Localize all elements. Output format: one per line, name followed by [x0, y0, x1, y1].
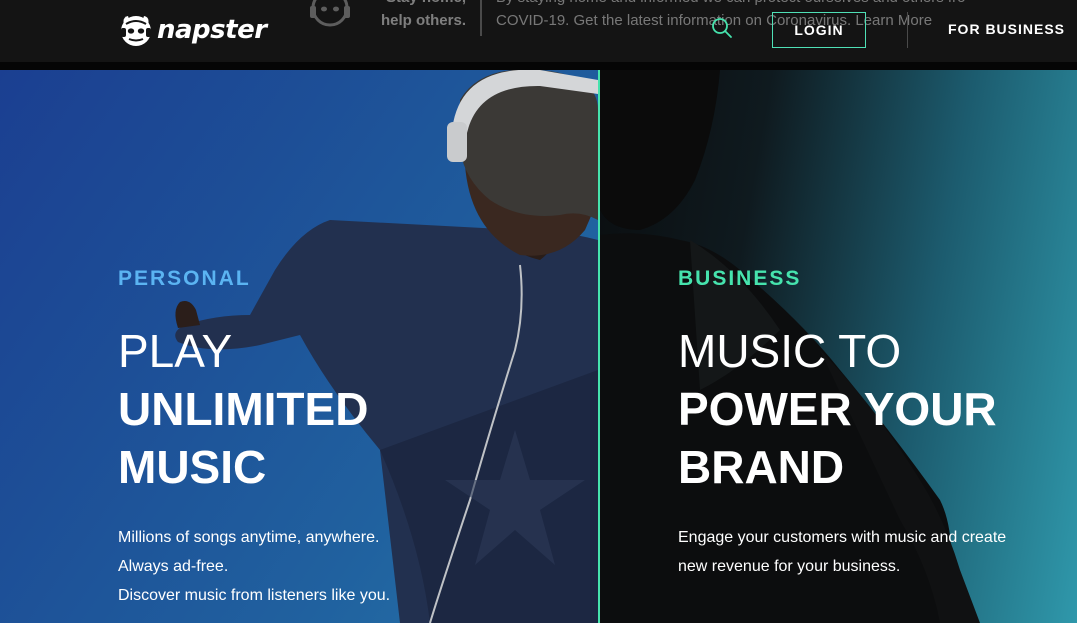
personal-panel[interactable]: PERSONAL PLAY UNLIMITED MUSIC Millions o… — [0, 70, 598, 623]
business-headline-line-3: BRAND — [678, 441, 845, 493]
business-desc-line-1: Engage your customers with music and cre… — [678, 529, 1007, 546]
covid-divider — [480, 0, 482, 36]
covid-message-line-1: By staying home and informed we can prot… — [496, 0, 966, 9]
covid-banner: Stay home, help others. By staying home … — [308, 0, 966, 36]
business-panel[interactable]: BUSINESS MUSIC TO POWER YOUR BRAND Engag… — [600, 70, 1077, 623]
covid-stay-home-text: Stay home, help others. — [366, 0, 466, 32]
business-description: Engage your customers with music and cre… — [678, 523, 1006, 581]
personal-description: Millions of songs anytime, anywhere. Alw… — [118, 523, 390, 610]
business-headline-line-2: POWER YOUR — [678, 383, 997, 435]
business-headline: MUSIC TO POWER YOUR BRAND — [678, 322, 997, 496]
personal-headline-line-3: MUSIC — [118, 441, 267, 493]
napster-cat-icon — [121, 16, 151, 46]
headphones-cat-icon — [310, 0, 350, 27]
covid-stay-line-2: help others. — [380, 12, 466, 29]
panel-divider — [598, 70, 600, 623]
search-icon[interactable] — [711, 17, 733, 39]
for-business-link[interactable]: FOR BUSINESS — [948, 21, 1065, 37]
header-shadow — [0, 62, 1077, 70]
business-headline-line-1: MUSIC TO — [678, 325, 902, 377]
business-eyebrow: BUSINESS — [678, 267, 802, 290]
personal-desc-line-2: Always ad-free. — [118, 558, 229, 575]
personal-headline-line-2: UNLIMITED — [118, 383, 369, 435]
personal-desc-line-3: Discover music from listeners like you. — [118, 587, 391, 604]
business-desc-line-2: new revenue for your business. — [678, 558, 901, 575]
nav-separator — [907, 12, 908, 48]
personal-desc-line-1: Millions of songs anytime, anywhere. — [118, 529, 380, 546]
login-button[interactable]: LOGIN — [772, 12, 866, 48]
napster-logo[interactable]: napster — [118, 11, 267, 49]
covid-stay-line-1: Stay home, — [366, 0, 466, 9]
personal-headline-line-1: PLAY — [118, 325, 233, 377]
top-nav-bar: napster Stay home, help others. By stayi… — [0, 0, 1077, 62]
personal-headline: PLAY UNLIMITED MUSIC — [118, 322, 368, 496]
personal-eyebrow: PERSONAL — [118, 267, 251, 290]
logo-wordmark: napster — [157, 15, 267, 45]
